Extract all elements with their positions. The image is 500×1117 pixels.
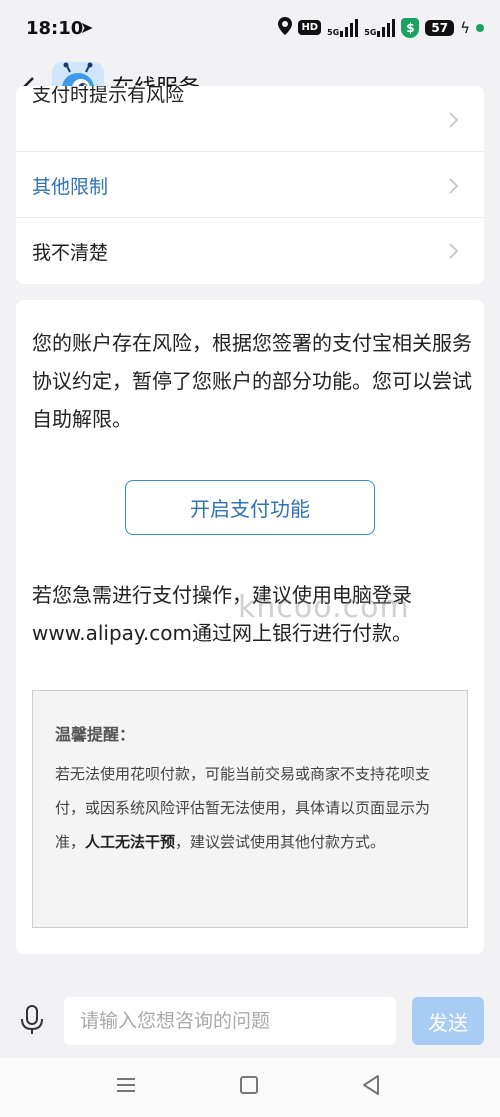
hd-badge: HD — [298, 20, 322, 35]
enable-payment-button[interactable]: 开启支付功能 — [125, 480, 375, 535]
chevron-right-icon — [449, 243, 459, 259]
reminder-box: 温馨提醒： 若无法使用花呗付款，可能当前交易或商家不支持花呗支付，或因系统风险评… — [32, 690, 468, 928]
home-icon[interactable] — [240, 1076, 258, 1094]
triangle-back-icon[interactable] — [360, 1073, 382, 1097]
watermark: khcoo.com — [238, 590, 410, 625]
option-label: 我不清楚 — [32, 241, 109, 264]
option-label: 支付时提示有风险 — [32, 86, 185, 106]
status-bar: 18:10 ➤ HD 5G 5G $ 57 ϟ — [0, 0, 500, 60]
reminder-body: 若无法使用花呗付款，可能当前交易或商家不支持花呗支付，或因系统风险评估暂无法使用… — [55, 757, 453, 859]
reminder-title: 温馨提醒： — [55, 725, 136, 744]
shield-dollar-icon: $ — [401, 17, 420, 38]
chat-input-bar: 发送 — [0, 990, 500, 1050]
location-arrow-icon: ➤ — [80, 18, 94, 37]
microphone-icon[interactable] — [18, 1004, 46, 1036]
charging-bolt-icon: ϟ — [460, 18, 470, 37]
option-payment-risk[interactable]: 支付时提示有风险 — [16, 86, 484, 152]
reminder-emphasis: 人工无法干预 — [85, 833, 176, 851]
green-dot-icon — [476, 23, 484, 32]
options-card: 支付时提示有风险 其他限制 我不清楚 — [16, 86, 484, 284]
question-input[interactable] — [64, 997, 396, 1045]
battery-indicator: 57 — [425, 19, 455, 36]
message-card: 您的账户存在风险，根据您签署的支付宝相关服务协议约定，暂停了您账户的部分功能。您… — [16, 300, 484, 954]
status-icons: HD 5G 5G $ 57 ϟ — [278, 17, 484, 38]
chevron-right-icon — [449, 177, 459, 194]
chevron-right-icon — [449, 111, 459, 128]
option-other-restrictions[interactable]: 其他限制 — [16, 154, 484, 218]
option-label: 其他限制 — [32, 176, 109, 198]
message-text: 您的账户存在风险，根据您签署的支付宝相关服务协议约定，暂停了您账户的部分功能。您… — [32, 331, 472, 431]
signal-2-icon: 5G — [364, 18, 396, 37]
location-pin-icon — [278, 17, 293, 38]
signal-1-icon: 5G — [327, 18, 359, 37]
send-button[interactable]: 发送 — [412, 997, 484, 1045]
option-not-sure[interactable]: 我不清楚 — [16, 219, 484, 283]
system-nav-bar — [0, 1058, 500, 1117]
menu-icon[interactable] — [115, 1074, 137, 1096]
status-time: 18:10 — [26, 18, 84, 39]
reminder-text-end: ，建议尝试使用其他付款方式。 — [175, 833, 386, 851]
